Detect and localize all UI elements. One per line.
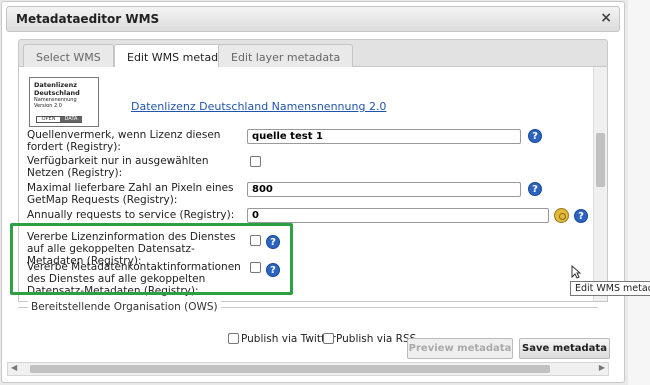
license-logo-line: Version 2.0 [34, 103, 62, 109]
tab-bar: Select WMS Edit WMS metadata Edit layer … [18, 39, 608, 69]
close-icon[interactable]: × [600, 10, 612, 26]
max-pixel-input[interactable] [247, 182, 521, 197]
publish-rss-checkbox[interactable] [323, 333, 334, 344]
field-label-quellenvermerk: Quellenvermerk, wenn Lizenz diesen forde… [27, 129, 221, 153]
highlight-box [10, 223, 293, 295]
metadata-editor-dialog: Metadataeditor WMS × Select WMS Edit WMS… [1, 1, 625, 383]
open-data-badge: OPEN DATA [36, 116, 82, 123]
field-label-verfuegbarkeit: Verfügbarkeit nur in ausgewählten Netzen… [27, 155, 209, 179]
license-link[interactable]: Datenlizenz Deutschland Namensnennung 2.… [131, 100, 386, 113]
horizontal-scrollbar[interactable]: ◀ ▶ [7, 362, 609, 376]
dialog-title: Metadataeditor WMS [16, 12, 160, 26]
scroll-right-arrow-icon[interactable]: ▶ [599, 363, 605, 372]
quellenvermerk-input[interactable] [247, 129, 521, 144]
license-logo-line: Datenlizenz [34, 81, 77, 89]
help-icon[interactable]: ? [574, 209, 588, 223]
publish-twitter-checkbox[interactable] [228, 333, 239, 344]
page-background [628, 0, 650, 385]
publish-twitter-label: Publish via Twitter [241, 333, 336, 345]
coin-icon[interactable] [554, 208, 569, 223]
tab-label: Edit layer metadata [231, 51, 341, 64]
badge-data: DATA [60, 117, 82, 122]
field-label-annual-requests: Annually requests to service (Registry): [27, 209, 235, 221]
save-metadata-button[interactable]: Save metadata [519, 338, 610, 359]
tooltip: Edit WMS metadata [570, 281, 650, 296]
scroll-left-arrow-icon[interactable]: ◀ [11, 363, 17, 372]
license-logo-line: Deutschland [34, 89, 80, 97]
tab-label: Select WMS [36, 51, 101, 64]
publish-twitter-option[interactable]: Publish via Twitter [228, 333, 336, 345]
publish-rss-label: Publish via RSS [336, 333, 417, 345]
badge-open: OPEN [37, 117, 60, 122]
tab-edit-layer-metadata[interactable]: Edit layer metadata [218, 44, 354, 68]
dialog-titlebar[interactable]: Metadataeditor WMS × [6, 6, 620, 32]
vertical-scroll-thumb[interactable] [596, 133, 605, 187]
help-icon[interactable]: ? [528, 129, 542, 143]
publish-rss-option[interactable]: Publish via RSS [323, 333, 416, 345]
vertical-scrollbar[interactable] [593, 67, 607, 301]
organisation-section: Bereitstellende Organisation (OWS) [18, 301, 598, 327]
license-logo: Datenlizenz Deutschland Namensnennung Ve… [29, 77, 99, 127]
help-icon[interactable]: ? [528, 182, 542, 196]
preview-metadata-button[interactable]: Preview metadata [407, 338, 513, 359]
verfuegbarkeit-checkbox[interactable] [250, 156, 261, 167]
tab-select-wms[interactable]: Select WMS [23, 44, 114, 68]
cursor-icon [571, 265, 581, 279]
annual-requests-input[interactable] [247, 208, 549, 223]
field-label-max-pixel: Maximal lieferbare Zahl an Pixeln eines … [27, 182, 234, 206]
section-legend: Bereitstellende Organisation (OWS) [28, 301, 221, 313]
horizontal-scroll-thumb[interactable] [30, 365, 550, 373]
